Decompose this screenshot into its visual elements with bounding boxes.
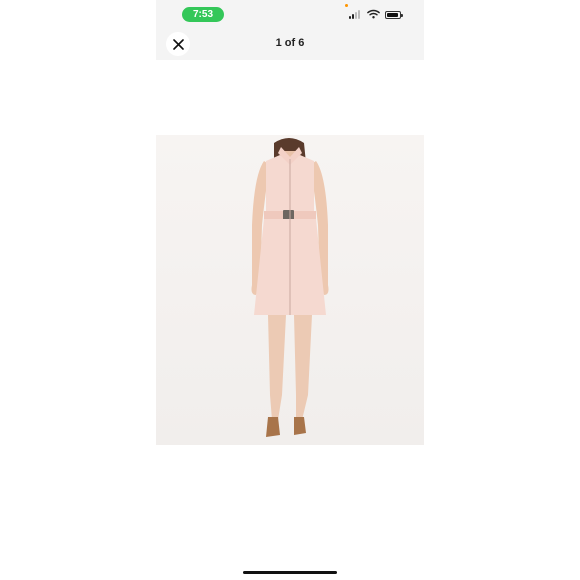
wifi-icon — [367, 9, 380, 19]
top-bar: 7:53 1 of 6 — [156, 0, 424, 60]
home-indicator[interactable] — [243, 571, 337, 574]
dress-model-image — [156, 135, 424, 445]
status-time: 7:53 — [182, 7, 224, 22]
privacy-indicator-dot — [345, 4, 348, 7]
image-counter: 1 of 6 — [275, 37, 305, 49]
phone-screen: 7:53 1 of 6 — [156, 0, 424, 580]
signal-icon — [349, 10, 362, 19]
battery-icon — [385, 11, 403, 19]
product-photo[interactable] — [156, 135, 424, 445]
